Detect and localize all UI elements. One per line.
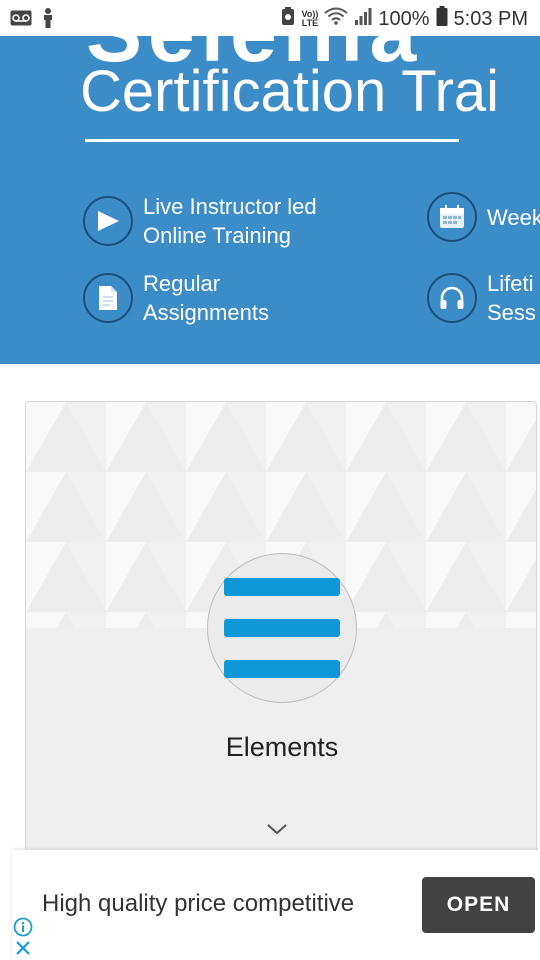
feature-line: Live Instructor led <box>143 194 317 219</box>
signal-icon <box>354 6 372 32</box>
voicemail-icon <box>10 10 32 31</box>
headphones-icon <box>427 273 477 323</box>
hero-title: Certification Trai <box>80 59 500 124</box>
hero-banner: Selenia Certification Trai Live Instruct… <box>0 36 540 364</box>
feature-label: Regular Assignments <box>143 269 269 327</box>
battery-icon <box>436 6 448 32</box>
menu-icon <box>207 553 357 703</box>
play-icon <box>83 196 133 246</box>
lte-label: LTE <box>301 18 319 28</box>
data-saver-icon <box>280 6 296 32</box>
clock: 5:03 PM <box>453 7 528 30</box>
feature-label: Lifeti Sess <box>487 269 536 327</box>
feature-weekend: Week <box>427 192 540 242</box>
accessibility-icon <box>42 8 54 33</box>
document-icon <box>83 273 133 323</box>
feature-line: Sess <box>487 300 536 325</box>
ad-banner[interactable]: High quality price competitive OPEN <box>12 850 540 960</box>
feature-live-training: Live Instructor led Online Training <box>83 192 317 250</box>
card-title: Elements <box>225 732 339 762</box>
feature-line: Assignments <box>143 300 269 325</box>
menu-bar <box>224 619 340 637</box>
ad-open-button[interactable]: OPEN <box>422 877 535 933</box>
info-icon[interactable] <box>13 917 33 937</box>
status-right: Vo)) LTE 100% 5:03 PM <box>280 6 528 32</box>
status-left-icons <box>10 8 54 33</box>
feature-line: Online Training <box>143 223 291 248</box>
close-icon[interactable] <box>13 938 33 958</box>
battery-percent: 100% <box>378 7 430 30</box>
feature-label: Week <box>487 203 540 232</box>
feature-assignments: Regular Assignments <box>83 269 269 327</box>
menu-bar <box>224 660 340 678</box>
feature-lifetime: Lifeti Sess <box>427 269 536 327</box>
chevron-down-icon[interactable] <box>266 822 288 836</box>
volte-indicator: Vo)) LTE <box>302 10 319 28</box>
status-bar: Vo)) LTE 100% 5:03 PM <box>0 0 540 36</box>
feature-label: Live Instructor led Online Training <box>143 192 317 250</box>
hero-divider <box>85 139 459 142</box>
feature-line: Week <box>487 204 540 230</box>
ad-text[interactable]: High quality price competitive <box>42 890 354 918</box>
wifi-icon <box>324 6 348 32</box>
screen: Vo)) LTE 100% 5:03 PM Selenia Certificat… <box>0 0 540 960</box>
calendar-icon <box>427 192 477 242</box>
feature-line: Regular <box>143 271 221 296</box>
feature-line: Lifeti <box>487 271 534 296</box>
menu-bar <box>224 578 340 596</box>
